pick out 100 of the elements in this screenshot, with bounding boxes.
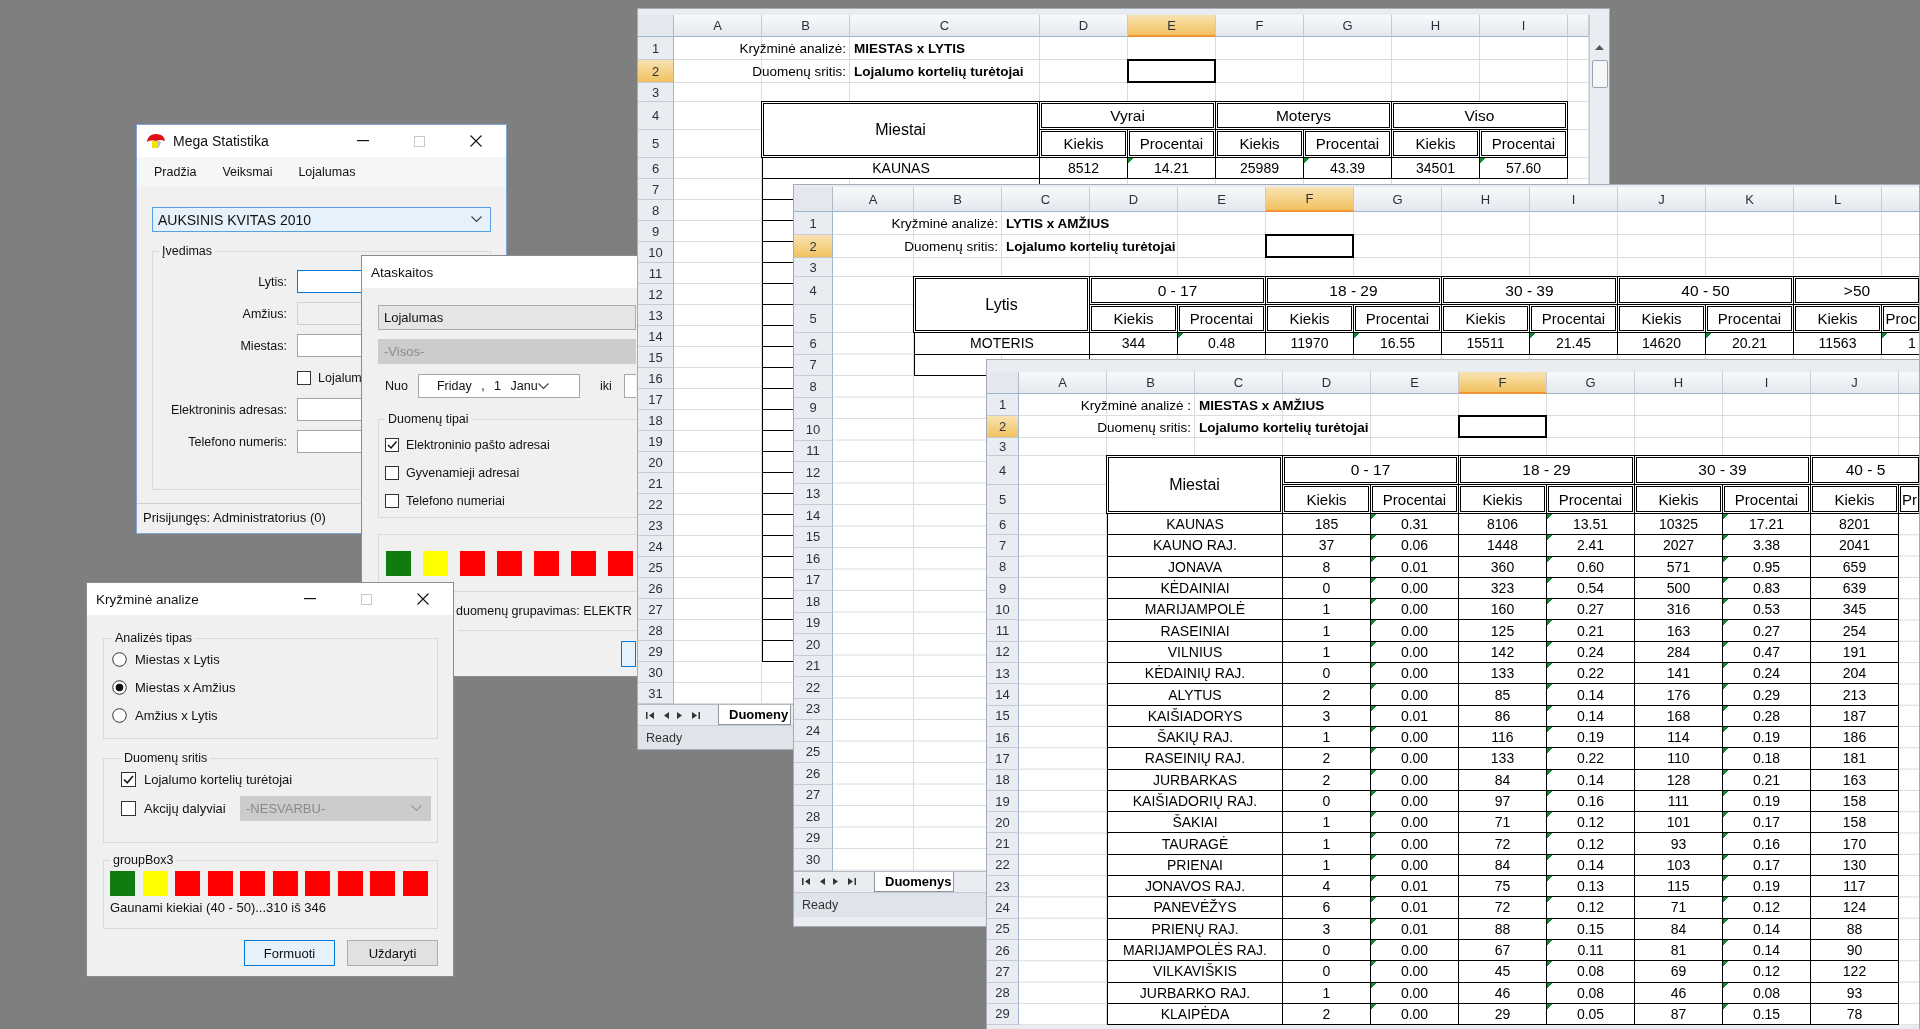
row-header[interactable]: 2 [794, 235, 833, 258]
row-header[interactable]: 12 [987, 641, 1019, 664]
checkbox[interactable] [385, 437, 399, 452]
row-header[interactable]: 3 [638, 83, 674, 102]
row-header[interactable]: 21 [638, 473, 674, 494]
row-header[interactable]: 27 [987, 961, 1019, 983]
dialog-button[interactable]: Formuoti [244, 940, 335, 966]
column-header[interactable]: G [1304, 15, 1392, 37]
row-header[interactable]: 7 [794, 354, 833, 376]
menu-item[interactable]: Pradžia [154, 165, 197, 179]
row-header[interactable]: 5 [987, 485, 1019, 514]
row-header[interactable]: 22 [638, 494, 674, 515]
vertical-scrollbar[interactable] [1589, 15, 1609, 185]
column-header[interactable]: H [1442, 187, 1530, 212]
next-sheet-icon[interactable] [833, 877, 839, 886]
row-header[interactable]: 13 [987, 663, 1019, 685]
row-header[interactable]: 24 [987, 897, 1019, 919]
column-header[interactable]: J [1618, 187, 1706, 212]
dialog-button[interactable]: Uždaryti [347, 940, 438, 966]
column-header[interactable]: J [1811, 372, 1899, 394]
column-header[interactable]: D [1090, 187, 1178, 212]
last-sheet-icon[interactable] [847, 877, 856, 886]
column-header[interactable]: E [1128, 15, 1216, 37]
row-header[interactable]: 12 [638, 284, 674, 305]
row-header[interactable]: 28 [638, 620, 674, 641]
row-header[interactable]: 9 [987, 577, 1019, 600]
row-header[interactable]: 16 [987, 726, 1019, 749]
row-header[interactable]: 18 [987, 769, 1019, 791]
row-header[interactable]: 18 [794, 591, 833, 613]
row-header[interactable]: 23 [987, 876, 1019, 898]
checkbox-label[interactable]: Lojalum [318, 370, 362, 385]
previous-sheet-icon[interactable] [819, 877, 825, 886]
row-header[interactable]: 1 [794, 212, 833, 235]
row-header[interactable]: 31 [638, 683, 674, 704]
row-header[interactable]: 9 [794, 397, 833, 419]
row-header[interactable]: 26 [638, 578, 674, 599]
row-header[interactable]: 21 [794, 655, 833, 677]
row-header[interactable]: 12 [794, 462, 833, 484]
column-header[interactable]: C [850, 15, 1040, 37]
next-sheet-icon[interactable] [677, 710, 683, 720]
row-header[interactable]: 11 [794, 440, 833, 462]
row-header[interactable]: 16 [638, 368, 674, 389]
active-cell[interactable] [1127, 59, 1216, 83]
column-header[interactable]: A [833, 187, 914, 212]
row-header[interactable]: 15 [987, 705, 1019, 727]
row-header[interactable]: 6 [987, 514, 1019, 536]
row-header[interactable]: 23 [638, 515, 674, 536]
row-header[interactable]: 15 [794, 526, 833, 548]
column-header[interactable]: I [1480, 15, 1568, 37]
row-header[interactable]: 10 [794, 419, 833, 441]
row-header[interactable]: 1 [987, 394, 1019, 416]
column-header[interactable]: F [1216, 15, 1304, 37]
column-header[interactable]: B [914, 187, 1002, 212]
checkbox[interactable] [121, 772, 136, 787]
column-header[interactable]: B [762, 15, 850, 37]
row-header[interactable]: 16 [794, 548, 833, 570]
row-header[interactable]: 23 [794, 698, 833, 720]
date-picker[interactable]: Friday , 1 Janu [417, 374, 580, 398]
row-header[interactable]: 2 [987, 416, 1019, 438]
row-header[interactable]: 29 [794, 827, 833, 849]
column-header[interactable]: C [1195, 372, 1283, 394]
row-header[interactable]: 10 [987, 599, 1019, 621]
row-header[interactable]: 27 [638, 599, 674, 620]
row-header[interactable]: 20 [987, 812, 1019, 834]
active-cell[interactable] [1265, 234, 1354, 258]
dialog-button[interactable] [621, 641, 636, 667]
minimize-icon[interactable] [304, 598, 316, 600]
checkbox[interactable] [385, 465, 399, 480]
radio-button[interactable] [112, 707, 127, 723]
checkbox-label[interactable]: Lojalumo kortelių turėtojai [144, 772, 293, 787]
column-header[interactable]: G [1547, 372, 1635, 394]
row-header[interactable]: 5 [794, 305, 833, 333]
column-header[interactable]: E [1178, 187, 1266, 212]
column-header[interactable]: G [1354, 187, 1442, 212]
checkbox-label[interactable]: Telefono numeriai [406, 493, 505, 508]
radio-label[interactable]: Amžius x Lytis [135, 707, 218, 723]
row-header[interactable]: 11 [638, 263, 674, 284]
close-icon[interactable] [417, 593, 429, 605]
checkbox[interactable] [121, 801, 136, 816]
row-header[interactable]: 28 [794, 806, 833, 828]
radio-label[interactable]: Miestas x Lytis [135, 651, 220, 667]
radio-label[interactable]: Miestas x Amžius [135, 679, 236, 695]
row-header[interactable]: 6 [638, 158, 674, 179]
previous-sheet-icon[interactable] [663, 710, 669, 720]
row-header[interactable]: 13 [638, 305, 674, 326]
row-header[interactable]: 17 [794, 569, 833, 591]
row-header[interactable]: 3 [794, 258, 833, 277]
row-header[interactable]: 8 [794, 376, 833, 398]
first-sheet-icon[interactable] [802, 877, 811, 886]
sheet-tab[interactable]: Duomeny [718, 705, 792, 725]
row-header[interactable]: 30 [794, 849, 833, 871]
column-header[interactable]: I [1530, 187, 1618, 212]
scroll-up-icon[interactable] [1595, 45, 1604, 50]
sheet-tab[interactable]: Duomenys [874, 871, 955, 892]
row-header[interactable]: 8 [987, 556, 1019, 578]
row-header[interactable]: 26 [987, 939, 1019, 962]
checkbox-label[interactable]: Gyvenamieji adresai [406, 465, 520, 480]
row-header[interactable]: 20 [794, 634, 833, 656]
radio-button[interactable] [112, 679, 127, 695]
column-header[interactable]: B [1107, 372, 1195, 394]
